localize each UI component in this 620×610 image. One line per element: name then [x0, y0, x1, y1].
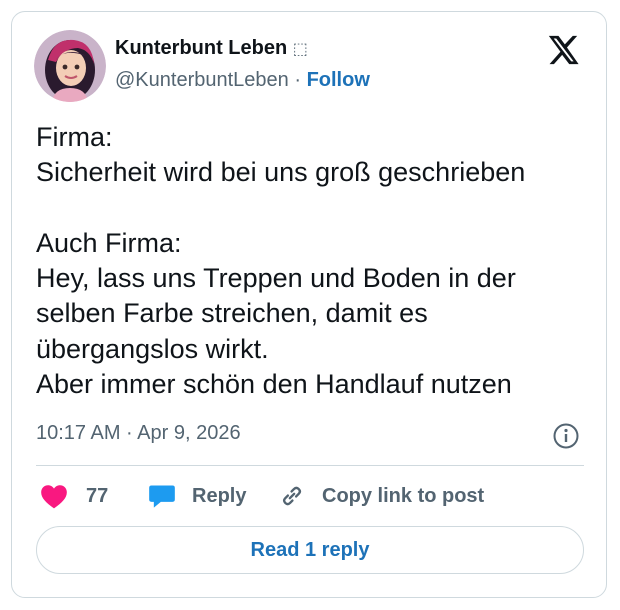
like-count: 77: [86, 484, 109, 507]
read-replies-button[interactable]: Read 1 reply: [36, 526, 584, 574]
name-suffix-glyph: ⬚: [292, 41, 308, 58]
author-handle-line: @KunterbuntLeben · Follow: [115, 69, 370, 92]
author-handle[interactable]: @KunterbuntLeben: [115, 69, 289, 91]
follow-button[interactable]: Follow: [307, 69, 370, 91]
post-text-line: Hey, lass uns Treppen und Boden in der: [36, 263, 516, 294]
post-text-blank-line: [36, 191, 596, 226]
post-text-line: Sicherheit wird bei uns groß geschrieben: [36, 157, 526, 188]
x-logo-icon[interactable]: [546, 33, 580, 67]
post-text-line: Aber immer schön den Handlauf nutzen: [36, 369, 512, 400]
post-text: Firma: Sicherheit wird bei uns groß gesc…: [36, 120, 596, 402]
post-text-line: Auch Firma:: [36, 227, 182, 258]
post-text-line: selben Farbe streichen, damit es: [36, 298, 428, 329]
reply-bubble-icon: [149, 485, 175, 508]
divider: [36, 465, 584, 466]
author-avatar[interactable]: [34, 30, 106, 102]
copy-link-label: Copy link to post: [322, 484, 485, 507]
author-name-text: Kunterbunt Leben: [115, 37, 288, 59]
like-button[interactable]: 77: [40, 482, 108, 510]
heart-icon: [41, 485, 67, 509]
handle-separator: ·: [288, 69, 307, 91]
post-text-line: Firma:: [36, 122, 113, 152]
reply-label: Reply: [192, 484, 247, 507]
post-timestamp[interactable]: 10:17 AM · Apr 9, 2026: [36, 422, 241, 445]
author-name[interactable]: Kunterbunt Leben ⬚: [115, 37, 308, 60]
post-text-line: übergangslos wirkt.: [36, 333, 269, 364]
info-icon[interactable]: [552, 422, 580, 450]
link-icon: [282, 486, 302, 506]
copy-link-button[interactable]: Copy link to post: [278, 482, 484, 510]
reply-button[interactable]: Reply: [148, 482, 246, 510]
read-replies-label: Read 1 reply: [250, 538, 370, 561]
